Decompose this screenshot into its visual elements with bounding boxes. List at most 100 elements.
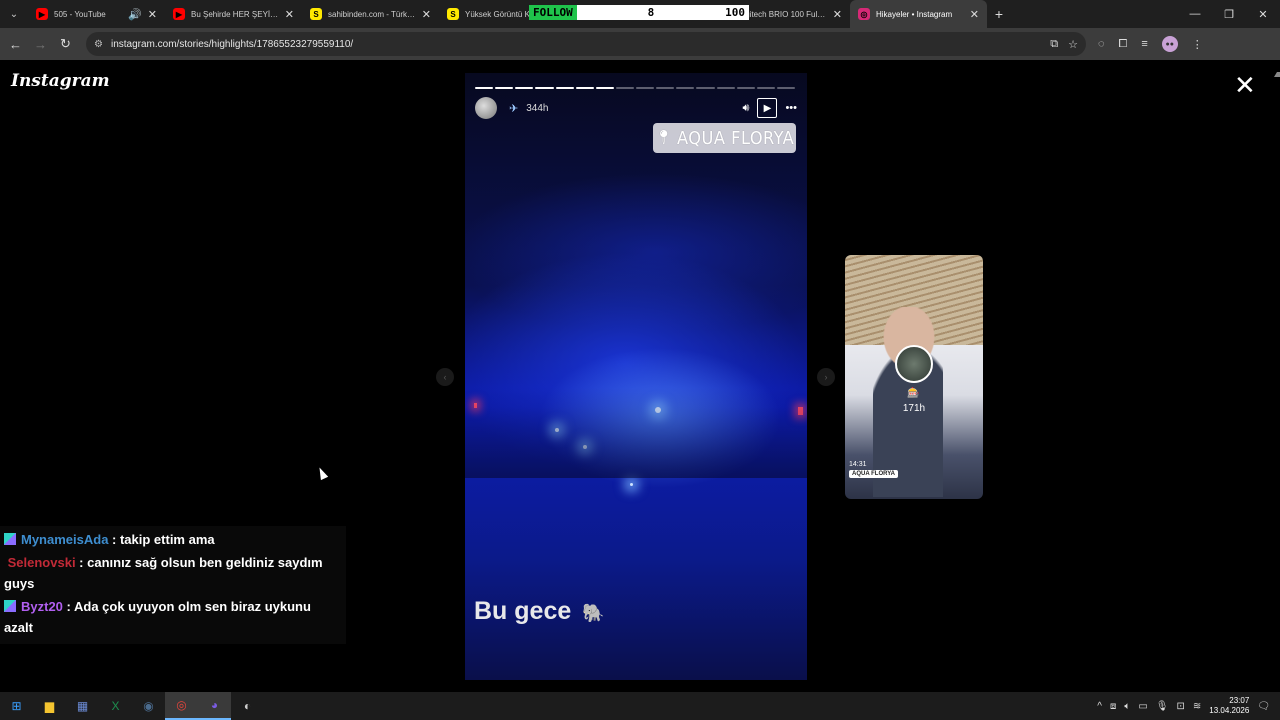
- file-explorer-taskbar-icon[interactable]: ▆: [33, 692, 66, 720]
- preview-badge-icon: 🎰: [907, 388, 920, 399]
- location-sticker[interactable]: 📍︎ AQUA FLORYA: [653, 123, 796, 153]
- tab-close-icon[interactable]: ✕: [970, 8, 979, 21]
- clock-time: 23:07: [1229, 696, 1250, 705]
- system-tray: ^ ⧈ 🔈︎ ▭ 🎙︎ ⊡ ≋ 23:07 13.04.2026 🗨︎: [1097, 696, 1280, 716]
- browser-tab[interactable]: Ssahibinden.com - Türkiye... ✕: [302, 0, 439, 28]
- instagram-logo[interactable]: Instagram: [11, 71, 110, 91]
- system-clock[interactable]: 23:07 13.04.2026: [1209, 696, 1249, 716]
- progress-segment: [475, 87, 494, 89]
- progress-segment: [656, 87, 675, 89]
- tab-favicon-icon: S: [447, 8, 459, 20]
- calculator-taskbar-icon[interactable]: ▦: [66, 692, 99, 720]
- progress-segment: [716, 87, 735, 89]
- back-button[interactable]: ←: [3, 37, 28, 52]
- story-author-avatar[interactable]: [475, 97, 497, 119]
- stage-light: [630, 483, 633, 486]
- tab-title: Hikayeler • Instagram: [876, 9, 953, 19]
- chrome-taskbar-icon[interactable]: ◎: [165, 692, 198, 720]
- preview-location: AQUA FLORYA: [849, 470, 899, 478]
- extension-icon[interactable]: ◌: [1098, 38, 1105, 50]
- bookmark-star-icon[interactable]: ☆: [1068, 38, 1078, 51]
- notifications-icon[interactable]: 🗨︎: [1257, 701, 1270, 712]
- window-controls: — ❐ ✕: [1178, 8, 1280, 21]
- minimize-button[interactable]: —: [1178, 8, 1212, 21]
- start-taskbar-icon[interactable]: ⊞: [0, 692, 33, 720]
- tab-close-icon[interactable]: ✕: [422, 8, 431, 21]
- reload-button[interactable]: ↻: [53, 36, 78, 52]
- location-pin-icon: 📍︎: [654, 130, 674, 146]
- tab-favicon-icon: ▶: [173, 8, 185, 20]
- forward-button[interactable]: →: [28, 37, 53, 52]
- crowd-silhouette: [465, 388, 807, 478]
- more-options-icon[interactable]: •••: [785, 102, 797, 114]
- tab-title: 505 - YouTube: [54, 9, 106, 19]
- volume-icon[interactable]: 🔊︎: [743, 102, 750, 115]
- maximize-button[interactable]: ❐: [1212, 8, 1246, 21]
- tray-chevron-icon[interactable]: ^: [1097, 701, 1102, 712]
- tab-close-icon[interactable]: ✕: [285, 8, 294, 21]
- wifi-icon[interactable]: ≋: [1193, 701, 1201, 712]
- chat-badge-icon: [4, 600, 16, 612]
- page-scrollbar[interactable]: [1272, 64, 1280, 688]
- tab-search-button[interactable]: ⌄: [0, 0, 28, 28]
- discord-taskbar-icon[interactable]: ◕: [198, 692, 231, 720]
- chat-text: : takip ettim ama: [108, 532, 215, 547]
- preview-photo-subject: [873, 307, 943, 497]
- tab-close-icon[interactable]: ✕: [833, 8, 842, 21]
- chat-username: Byzt20: [21, 599, 63, 614]
- microphone-icon[interactable]: 🎙︎: [1156, 701, 1169, 712]
- steam-taskbar-icon[interactable]: ◉: [132, 692, 165, 720]
- next-story-button[interactable]: ›: [817, 368, 835, 386]
- site-info-icon[interactable]: ⚙: [94, 39, 103, 50]
- tab-audio-icon[interactable]: 🔊: [128, 8, 142, 21]
- follow-label: FOLLOW: [529, 5, 577, 20]
- speaker-icon[interactable]: 🔈︎: [1124, 701, 1130, 712]
- install-app-icon[interactable]: ⧉: [1050, 38, 1058, 51]
- tab-title: sahibinden.com - Türkiye...: [328, 9, 416, 19]
- tab-close-icon[interactable]: ✕: [148, 8, 157, 21]
- progress-segment: [696, 87, 715, 89]
- progress-segment: [776, 87, 795, 89]
- preview-time: 171h: [902, 403, 926, 414]
- windows-taskbar: ⊞ ▆ ▦ X ◉ ◎ ◕ ◐ ^ ⧈ 🔈︎ ▭ 🎙︎ ⊡ ≋ 23:07 13.04.202…: [0, 692, 1280, 720]
- progress-segment: [676, 87, 695, 89]
- obs-taskbar-icon[interactable]: ◐: [231, 692, 264, 720]
- extensions-puzzle-icon[interactable]: ⧠: [1119, 38, 1128, 51]
- follow-current: 8: [647, 6, 655, 19]
- chat-message: MynameisAda : takip ettim ama: [4, 529, 342, 550]
- chat-message: Byzt20 : Ada çok uyuyon olm sen biraz uy…: [4, 596, 342, 638]
- progress-segment: [555, 87, 574, 89]
- new-tab-button[interactable]: +: [987, 6, 1011, 22]
- follow-goal: 100: [725, 6, 745, 19]
- progress-segment: [615, 87, 634, 89]
- close-window-button[interactable]: ✕: [1246, 8, 1280, 21]
- caption-text: Bu gece: [474, 597, 572, 625]
- progress-segment: [515, 87, 534, 89]
- chat-username: Selenovski: [7, 555, 76, 570]
- browser-tab[interactable]: ▶ Bu Şehirde HER ŞEYİN Bİ... ✕: [165, 0, 302, 28]
- display-icon[interactable]: ⊡: [1176, 701, 1184, 712]
- media-controls-icon[interactable]: ≡: [1141, 38, 1147, 50]
- stream-chat-overlay: MynameisAda : takip ettim ama Selenovski…: [0, 526, 346, 644]
- story-header: ✈ 344h 🔊︎ ▶ •••: [475, 97, 797, 119]
- previous-story-button[interactable]: ‹: [436, 368, 454, 386]
- next-story-preview[interactable]: 🎰 171h 14:31 AQUA FLORYA: [845, 255, 983, 499]
- instagram-stories-page: Instagram ✕ ✈ 344h 🔊︎ ▶ ••• 📍︎ AQUA FLOR…: [0, 60, 1280, 692]
- chat-badge-icon: [4, 533, 16, 545]
- preview-clock: 14:31: [849, 461, 867, 468]
- address-bar[interactable]: ⚙ instagram.com/stories/highlights/17865…: [86, 32, 1086, 56]
- elephant-emoji: 🐘: [582, 603, 605, 623]
- network-icon[interactable]: ⧈: [1110, 701, 1116, 712]
- excel-taskbar-icon[interactable]: X: [99, 692, 132, 720]
- story-viewer[interactable]: ✈ 344h 🔊︎ ▶ ••• 📍︎ AQUA FLORYA Bu gece 🐘: [465, 73, 807, 680]
- story-time: 344h: [526, 102, 549, 114]
- browser-tab[interactable]: ▶ 505 - YouTube 🔊 ✕: [28, 0, 165, 28]
- tab-favicon-icon: ▶: [36, 8, 48, 20]
- close-stories-button[interactable]: ✕: [1234, 72, 1256, 98]
- menu-kebab-icon[interactable]: ⋮: [1192, 38, 1203, 51]
- play-button[interactable]: ▶: [757, 98, 778, 118]
- profile-avatar[interactable]: ●●: [1161, 36, 1178, 52]
- clock-date: 13.04.2026: [1209, 706, 1250, 715]
- browser-tab[interactable]: ◎ Hikayeler • Instagram ✕: [850, 0, 987, 28]
- battery-icon[interactable]: ▭: [1138, 701, 1147, 712]
